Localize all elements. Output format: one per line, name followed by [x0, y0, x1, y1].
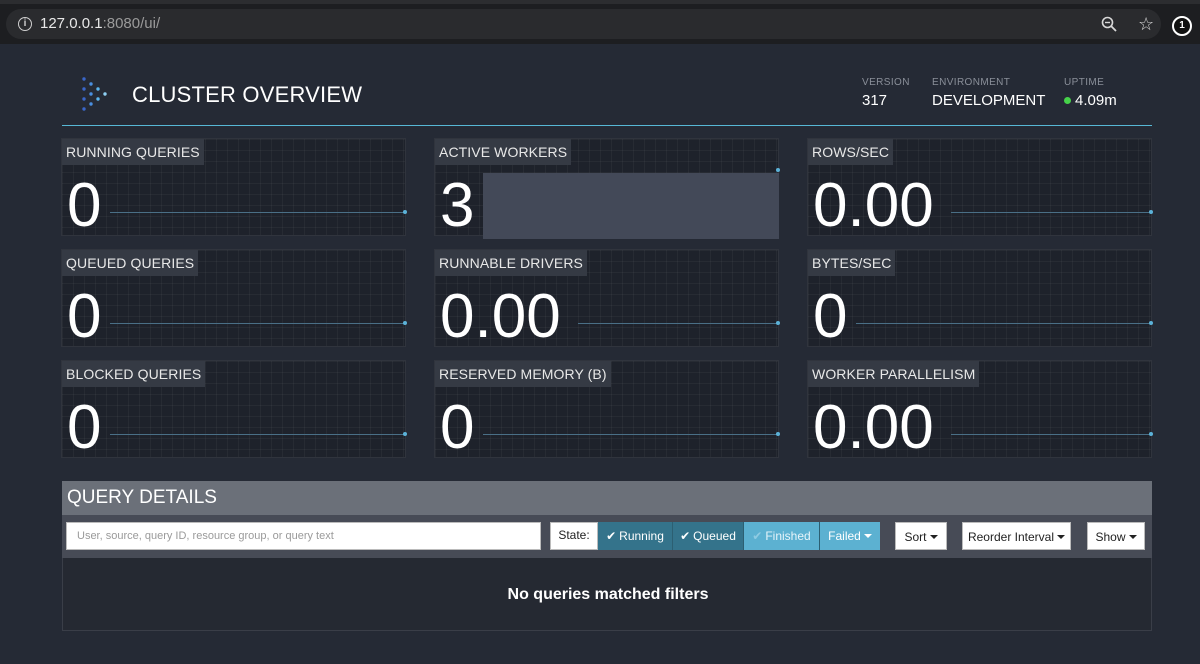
sort-dropdown[interactable]: Sort: [895, 522, 947, 550]
show-dropdown[interactable]: Show: [1087, 522, 1145, 550]
address-bar[interactable]: i 127.0.0.1:8080/ui/ ☆: [6, 9, 1161, 39]
url-text[interactable]: 127.0.0.1:8080/ui/: [40, 15, 160, 32]
check-icon: ✔: [606, 529, 617, 543]
reorder-interval-dropdown[interactable]: Reorder Interval: [962, 522, 1071, 550]
query-search-input[interactable]: [66, 522, 541, 550]
info-icon[interactable]: i: [18, 17, 32, 31]
query-list: No queries matched filters: [62, 558, 1152, 631]
query-details-title: QUERY DETAILS: [62, 481, 1152, 515]
star-icon[interactable]: ☆: [1138, 15, 1154, 33]
browser-toolbar: i 127.0.0.1:8080/ui/ ☆ 1: [0, 0, 1200, 44]
caret-down-icon: [1128, 535, 1137, 539]
empty-state-message: No queries matched filters: [507, 586, 709, 603]
check-icon: ✔: [680, 529, 691, 543]
caret-down-icon: [1057, 535, 1066, 539]
zoom-icon[interactable]: [1101, 16, 1117, 32]
caret-down-icon: [929, 535, 938, 539]
state-label: State:: [550, 522, 598, 550]
filter-running-button[interactable]: ✔ Running: [598, 522, 673, 550]
caret-down-icon: [863, 534, 872, 538]
filter-failed-dropdown[interactable]: Failed: [820, 522, 880, 550]
query-filter-toolbar: State: ✔Running ✔Queued ✔Finished Failed…: [62, 515, 1152, 558]
filter-finished-button[interactable]: ✔ Finished: [744, 522, 820, 550]
profile-icon[interactable]: 1: [1172, 16, 1192, 36]
check-icon: ✔: [752, 529, 763, 543]
query-details-section: QUERY DETAILS State: ✔Running ✔Queued ✔F…: [0, 44, 1200, 664]
filter-queued-button[interactable]: ✔ Queued: [673, 522, 744, 550]
